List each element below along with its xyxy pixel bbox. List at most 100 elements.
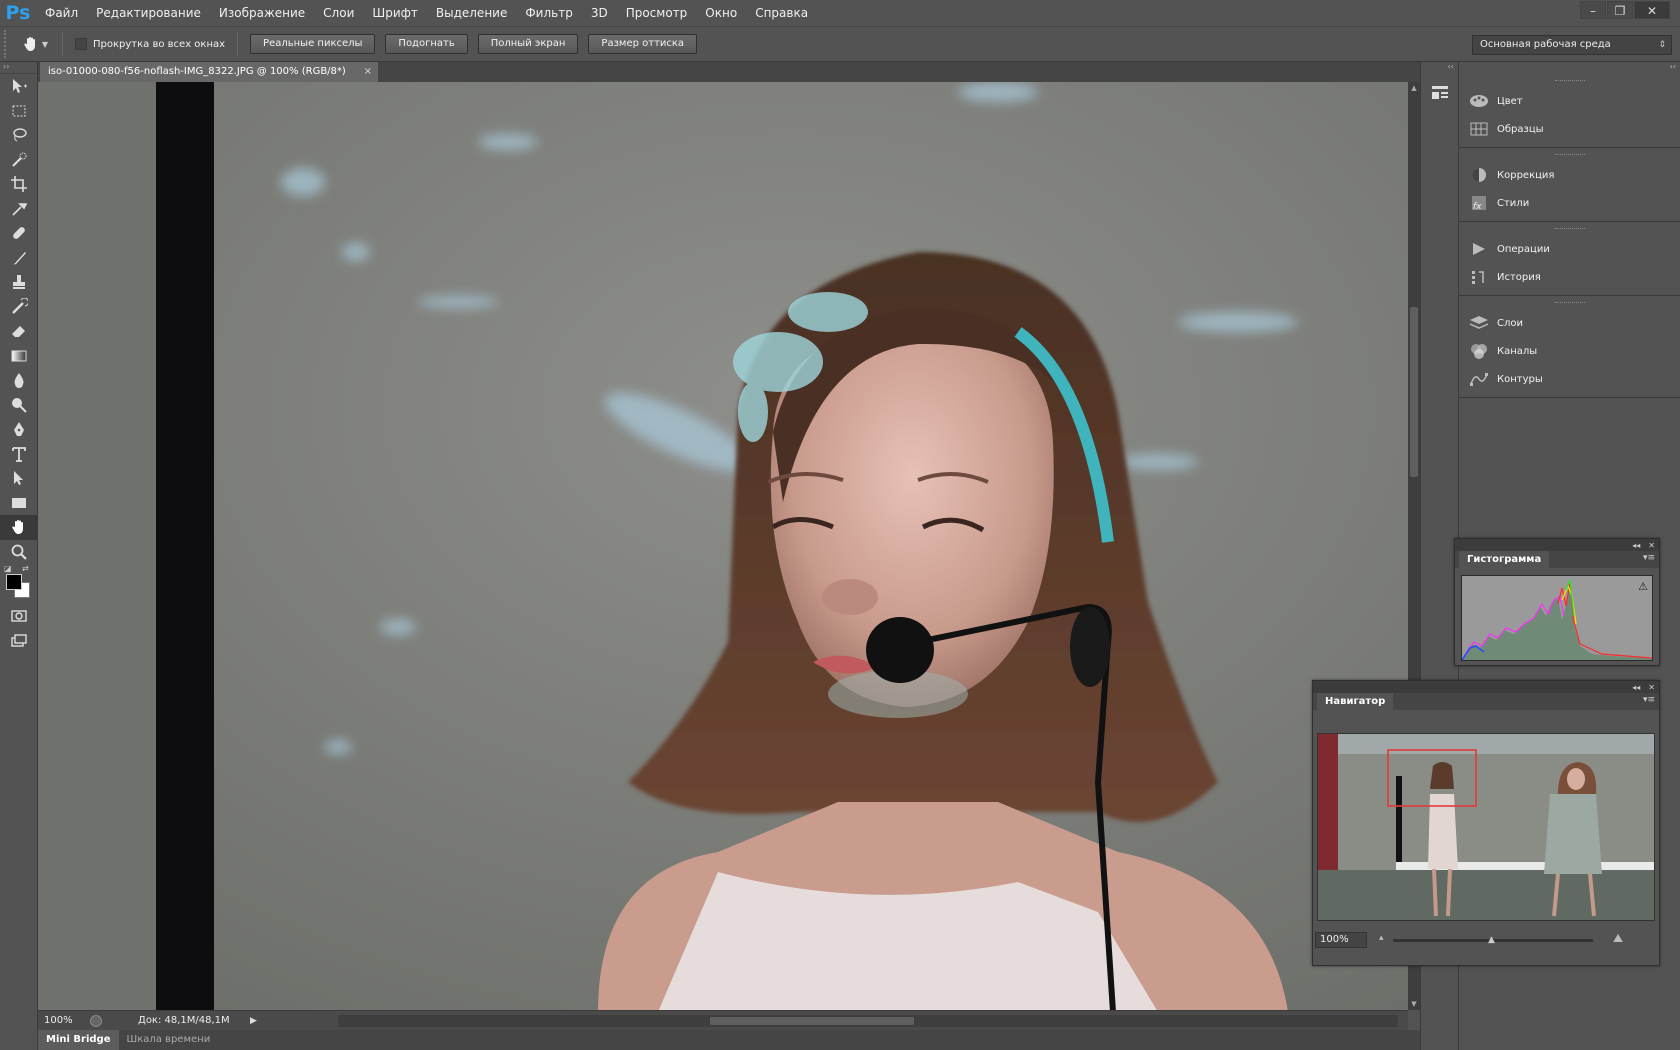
- move-tool-icon[interactable]: [0, 74, 38, 99]
- workspace-select-value: Основная рабочая среда: [1480, 39, 1611, 50]
- group-grip[interactable]: [1554, 228, 1585, 232]
- status-zoom[interactable]: 100%: [38, 1015, 86, 1026]
- path-selection-tool-icon[interactable]: [0, 466, 38, 491]
- close-icon[interactable]: ×: [364, 62, 372, 82]
- tab-timeline[interactable]: Шкала времени: [119, 1030, 219, 1050]
- horizontal-scroll-thumb[interactable]: [710, 1017, 914, 1025]
- minimize-button[interactable]: –: [1580, 1, 1606, 19]
- foreground-color-swatch[interactable]: [6, 574, 22, 590]
- rectangle-tool-icon[interactable]: [0, 491, 38, 516]
- menu-image[interactable]: Изображение: [210, 0, 314, 26]
- quick-mask-icon[interactable]: [0, 604, 38, 629]
- tab-histogram[interactable]: Гистограмма: [1459, 551, 1550, 568]
- dock-item-layers[interactable]: Слои: [1459, 309, 1680, 337]
- history-brush-tool-icon[interactable]: [0, 295, 38, 320]
- dock-item-channels[interactable]: Каналы: [1459, 337, 1680, 365]
- menu-filter[interactable]: Фильтр: [516, 0, 581, 26]
- group-grip[interactable]: [1554, 154, 1585, 158]
- clone-stamp-tool-icon[interactable]: [0, 270, 38, 295]
- screen-mode-icon[interactable]: [0, 629, 38, 654]
- crop-tool-icon[interactable]: [0, 172, 38, 197]
- group-grip[interactable]: [1554, 80, 1585, 84]
- lasso-tool-icon[interactable]: [0, 123, 38, 148]
- panel-menu-icon[interactable]: ▾≡: [1643, 553, 1655, 563]
- scroll-up-icon[interactable]: ▲: [1408, 84, 1420, 92]
- collapse-dock-icon[interactable]: ‹‹: [1421, 62, 1458, 74]
- menu-edit[interactable]: Редактирование: [87, 0, 210, 26]
- hand-tool-icon[interactable]: [0, 515, 38, 540]
- quick-selection-tool-icon[interactable]: [0, 148, 38, 173]
- zoom-in-icon[interactable]: ⛰: [1613, 931, 1623, 946]
- panel-menu-icon[interactable]: ▾≡: [1643, 695, 1655, 705]
- workspace-select[interactable]: Основная рабочая среда ⇕: [1472, 35, 1672, 55]
- history-icon: [1472, 271, 1484, 284]
- print-size-button[interactable]: Размер оттиска: [588, 34, 698, 54]
- close-window-button[interactable]: ✕: [1634, 1, 1670, 19]
- menu-type[interactable]: Шрифт: [363, 0, 427, 26]
- status-info-icon[interactable]: [90, 1014, 102, 1027]
- dock-item-adjustments[interactable]: Коррекция: [1459, 161, 1680, 189]
- eraser-tool-icon[interactable]: [0, 319, 38, 344]
- document-tab[interactable]: iso-01000-080-f56-noflash-IMG_8322.JPG @…: [40, 62, 378, 82]
- scroll-all-windows-checkbox[interactable]: [75, 38, 87, 50]
- default-colors-icon[interactable]: ◪: [4, 564, 12, 573]
- dock-item-paths[interactable]: Контуры: [1459, 365, 1680, 393]
- dodge-tool-icon[interactable]: [0, 393, 38, 418]
- status-menu-arrow-icon[interactable]: ▶: [250, 1016, 257, 1026]
- gradient-tool-icon[interactable]: [0, 344, 38, 369]
- fit-screen-button[interactable]: Подогнать: [385, 34, 468, 54]
- options-grip[interactable]: [4, 30, 12, 58]
- group-grip[interactable]: [1554, 302, 1585, 306]
- healing-brush-tool-icon[interactable]: [0, 221, 38, 246]
- dock-item-color[interactable]: Цвет: [1459, 87, 1680, 115]
- zoom-slider-knob[interactable]: ▲: [1488, 935, 1495, 945]
- panel-titlebar[interactable]: ◂◂ ✕: [1455, 539, 1659, 551]
- collapse-panel-icon[interactable]: ◂◂: [1632, 541, 1640, 550]
- menu-3d[interactable]: 3D: [582, 0, 617, 26]
- restore-button[interactable]: ❐: [1607, 1, 1633, 19]
- dock-item-history[interactable]: История: [1459, 263, 1680, 291]
- pen-tool-icon[interactable]: [0, 417, 38, 442]
- actions-play-icon: [1473, 243, 1485, 255]
- fill-screen-button[interactable]: Полный экран: [477, 34, 579, 54]
- swap-colors-icon[interactable]: ⇄: [22, 564, 29, 573]
- close-panel-icon[interactable]: ✕: [1648, 541, 1655, 550]
- dock-item-actions[interactable]: Операции: [1459, 235, 1680, 263]
- dock-item-styles[interactable]: fx Стили: [1459, 189, 1680, 217]
- menu-window[interactable]: Окно: [696, 0, 746, 26]
- collapse-toolbox-icon[interactable]: ››: [0, 62, 37, 74]
- marquee-tool-icon[interactable]: [0, 99, 38, 124]
- collapse-panel-icon[interactable]: ◂◂: [1632, 683, 1640, 692]
- menu-layers[interactable]: Слои: [314, 0, 363, 26]
- eyedropper-tool-icon[interactable]: [0, 197, 38, 222]
- blur-tool-icon[interactable]: [0, 368, 38, 393]
- zoom-out-icon[interactable]: ▴: [1379, 933, 1384, 943]
- type-tool-icon[interactable]: [0, 442, 38, 467]
- collapse-dock-icon[interactable]: ‹‹: [1459, 62, 1680, 74]
- brush-tool-icon[interactable]: [0, 246, 38, 271]
- navigator-zoom-input[interactable]: 100%: [1315, 932, 1367, 948]
- menu-view[interactable]: Просмотр: [617, 0, 697, 26]
- tab-mini-bridge[interactable]: Mini Bridge: [38, 1030, 119, 1050]
- vertical-scroll-thumb[interactable]: [1410, 307, 1418, 477]
- panel-group-color: Цвет Образцы: [1459, 74, 1680, 148]
- warning-icon[interactable]: ⚠: [1638, 580, 1648, 593]
- navigator-preview[interactable]: [1317, 733, 1655, 921]
- zoom-tool-icon[interactable]: [0, 540, 38, 565]
- menu-help[interactable]: Справка: [746, 0, 817, 26]
- document-canvas[interactable]: [38, 82, 1408, 1010]
- navigator-zoom-slider[interactable]: ▲: [1393, 935, 1593, 945]
- menu-file[interactable]: Файл: [36, 0, 87, 26]
- scroll-down-icon[interactable]: ▼: [1408, 1000, 1420, 1008]
- dock-item-swatches[interactable]: Образцы: [1459, 115, 1680, 143]
- horizontal-scrollbar[interactable]: [338, 1015, 1398, 1027]
- photo-image: [38, 82, 1408, 1010]
- tab-navigator[interactable]: Навигатор: [1317, 693, 1394, 710]
- menu-select[interactable]: Выделение: [427, 0, 516, 26]
- properties-panel-icon[interactable]: [1429, 82, 1451, 104]
- hand-tool-preset-icon[interactable]: ▼: [20, 31, 50, 57]
- close-panel-icon[interactable]: ✕: [1648, 683, 1655, 692]
- chevron-down-icon[interactable]: ▼: [42, 40, 48, 49]
- actual-pixels-button[interactable]: Реальные пикселы: [250, 34, 376, 54]
- panel-titlebar[interactable]: ◂◂ ✕: [1313, 681, 1659, 693]
